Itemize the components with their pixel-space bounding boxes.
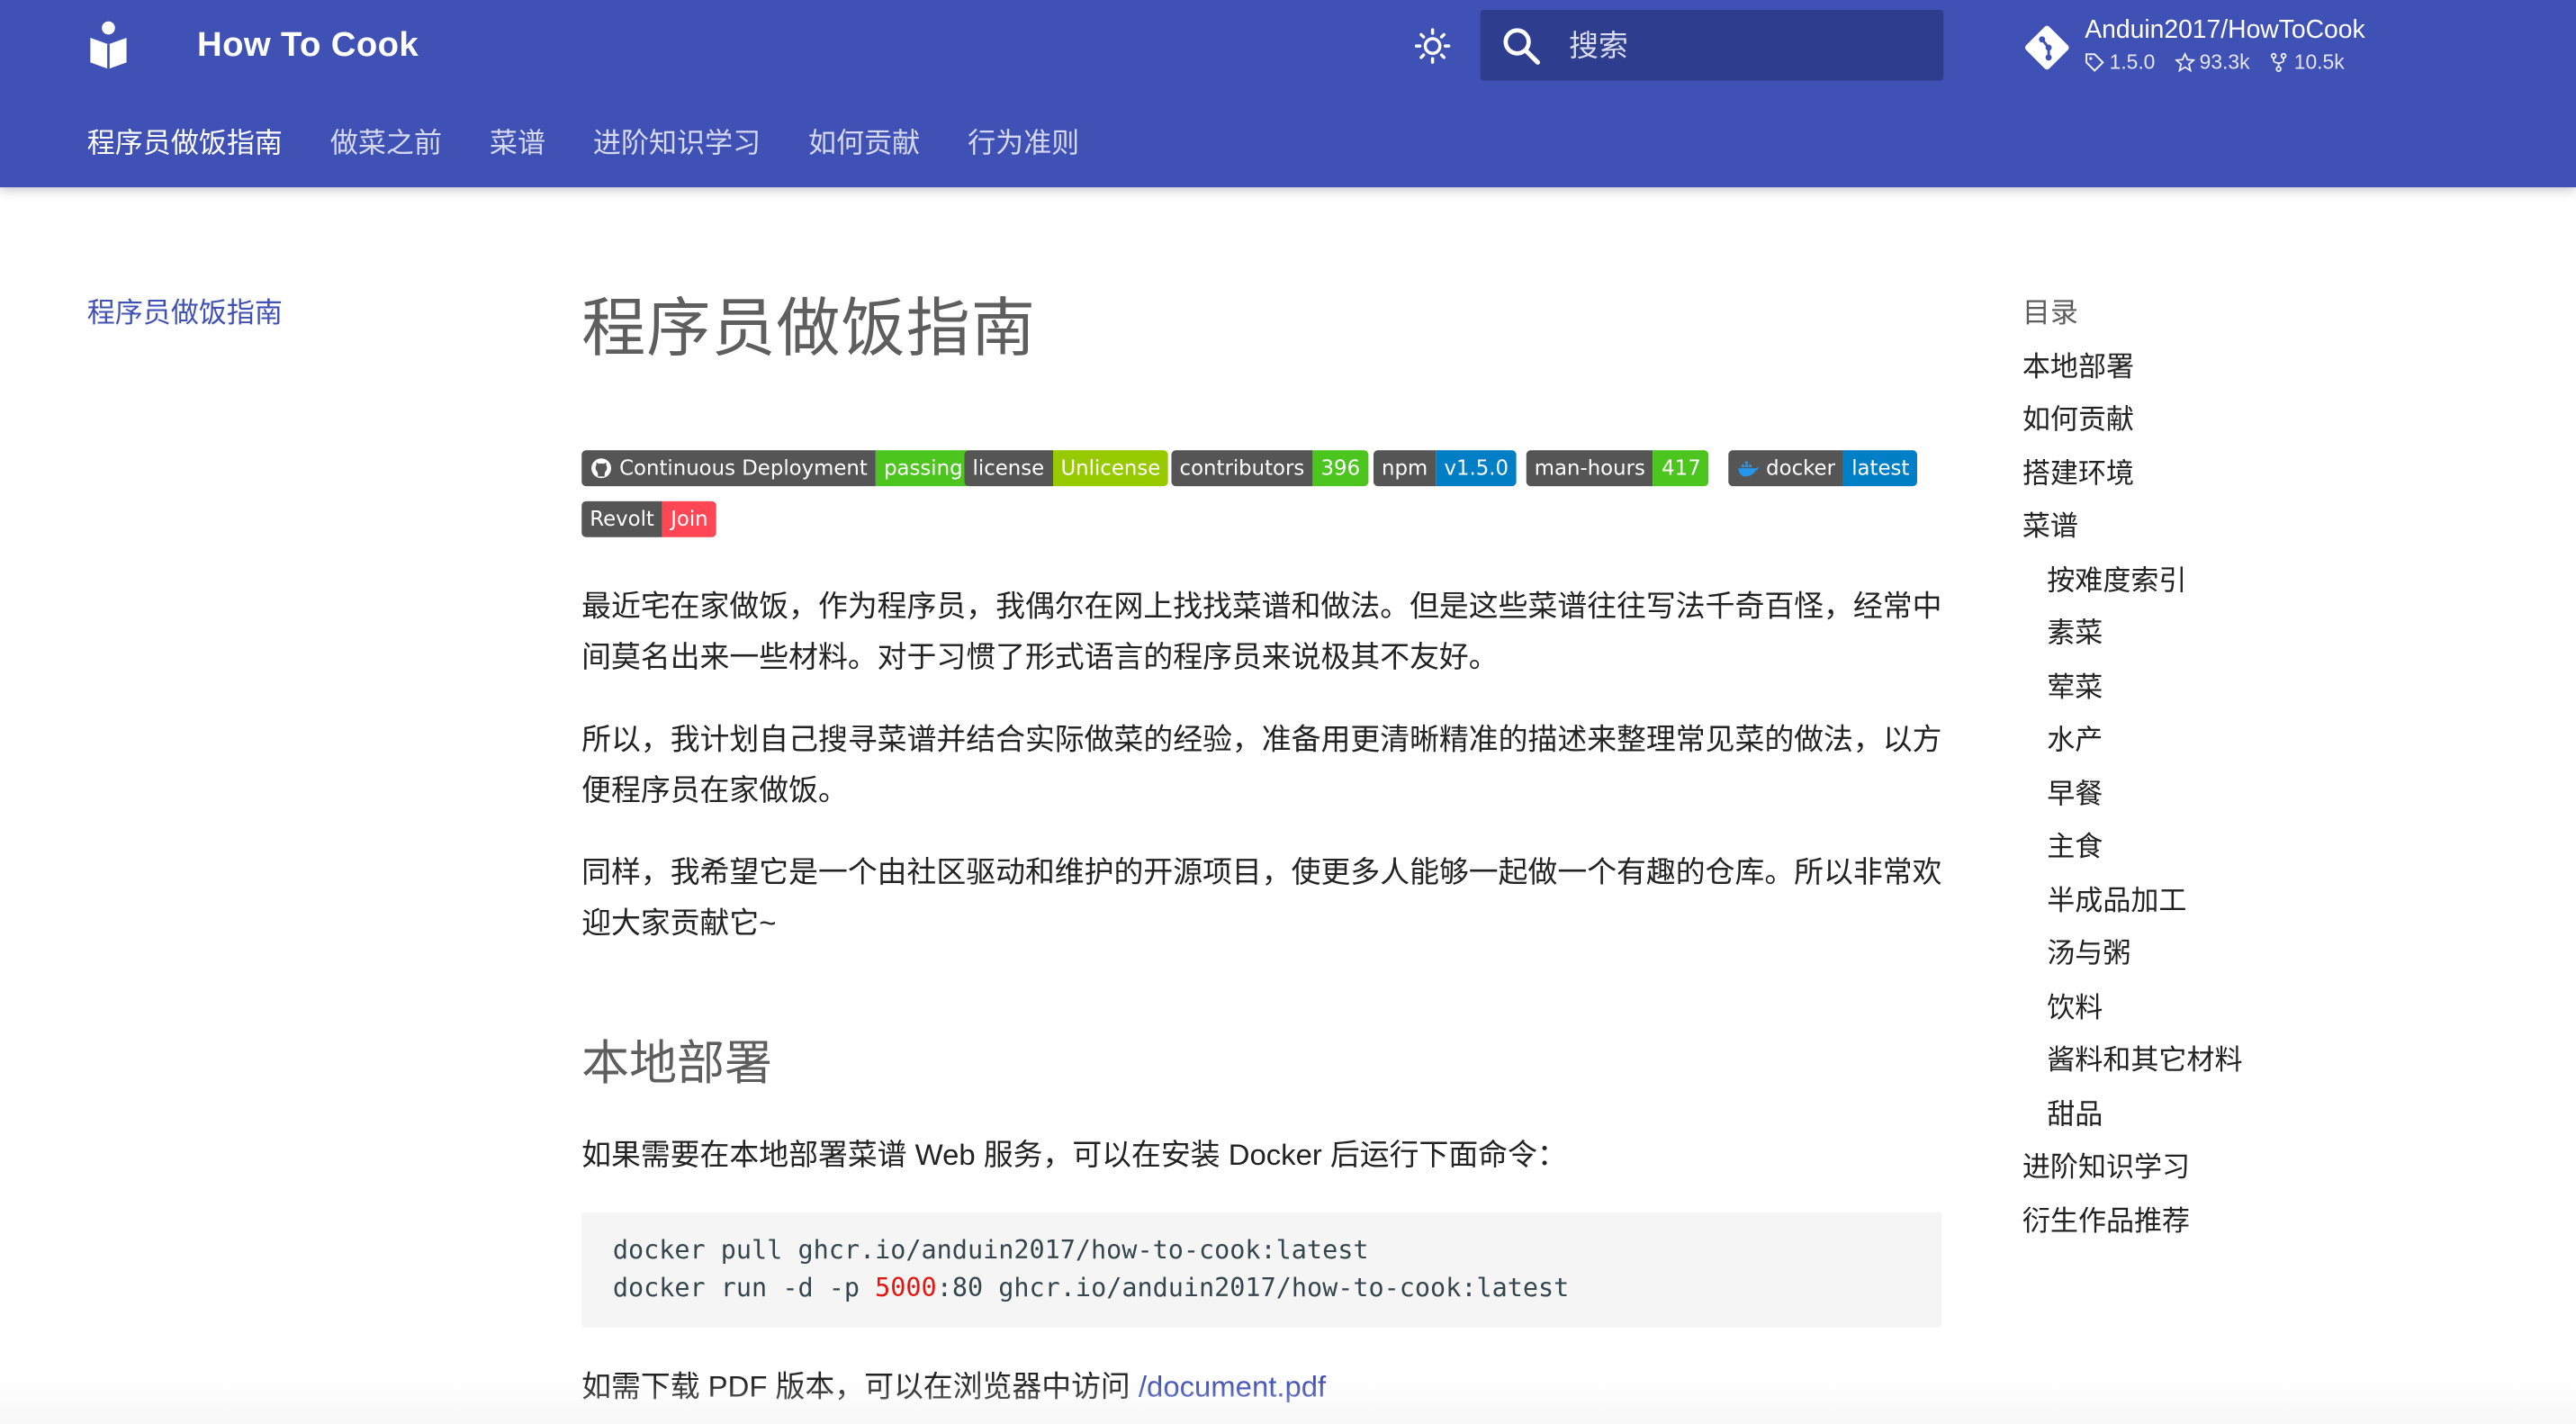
intro-paragraph-1: 最近宅在家做饭，作为程序员，我偶尔在网上找找菜谱和做法。但是这些菜谱往往写法千奇… <box>581 590 1942 674</box>
intro-paragraph-2: 所以，我计划自己搜寻菜谱并结合实际做菜的经验，准备用更清晰精准的描述来整理常见菜… <box>581 723 1942 807</box>
book-reader-logo-icon[interactable] <box>82 18 134 70</box>
code-text: docker run -d -p <box>612 1273 876 1303</box>
badge-continuous-deployment[interactable]: Continuous Deployment passing <box>581 450 971 487</box>
main-content: 程序员做饭指南 Continuous Deployment passing li… <box>581 279 1945 1403</box>
badge-value: Unlicense <box>1052 450 1169 487</box>
toc-item-desserts[interactable]: 甜品 <box>2022 1094 2516 1147</box>
pdf-download-paragraph: 如需下载 PDF 版本，可以在浏览器中访问 /document.pdf <box>581 1362 1945 1413</box>
left-nav-item-guide[interactable]: 程序员做饭指南 <box>87 297 283 329</box>
section-heading-local-deploy: 本地部署 <box>581 1038 772 1091</box>
badge-value: v1.5.0 <box>1436 450 1518 487</box>
docker-icon <box>1738 461 1759 477</box>
repo-source-link[interactable]: Anduin2017/HowToCook 1.5.0 93.3k 10.5k <box>2017 14 2411 83</box>
toc-title: 目录 <box>2022 297 2078 329</box>
badge-value: Join <box>662 500 716 537</box>
search-box[interactable] <box>1480 9 1944 85</box>
intro-paragraph-3: 同样，我希望它是一个由社区驱动和维护的开源项目，使更多人能够一起做一个有趣的仓库… <box>581 855 1942 941</box>
badge-label: Continuous Deployment <box>619 455 868 480</box>
badge-license[interactable]: license Unlicense <box>964 450 1169 487</box>
toc-item-staple[interactable]: 主食 <box>2022 826 2516 879</box>
toc-item-semi-finished[interactable]: 半成品加工 <box>2022 879 2516 933</box>
toc-item-vegetarian[interactable]: 素菜 <box>2022 613 2516 666</box>
tab-programmer-cooking-guide[interactable]: 程序员做饭指南 <box>87 125 283 165</box>
badge-npm[interactable]: npm v1.5.0 <box>1373 450 1518 487</box>
table-of-contents: 目录 本地部署 如何贡献 搭建环境 菜谱 按难度索引 素菜 荤菜 水产 早餐 主… <box>2022 293 2516 1254</box>
badge-revolt[interactable]: Revolt Join <box>581 500 716 537</box>
left-nav: 程序员做饭指南 <box>87 296 283 332</box>
repo-facts: 1.5.0 93.3k 10.5k <box>2085 50 2345 75</box>
pdf-download-text: 如需下载 PDF 版本，可以在浏览器中访问 <box>581 1370 1139 1403</box>
badge-docker[interactable]: docker latest <box>1728 450 1918 487</box>
toc-item-derivative-works[interactable]: 衍生作品推荐 <box>2022 1200 2516 1253</box>
badge-value: latest <box>1843 450 1918 487</box>
badge-value: 396 <box>1312 450 1369 487</box>
toc-item-how-to-contribute[interactable]: 如何贡献 <box>2022 400 2516 453</box>
toc-item-local-deploy[interactable]: 本地部署 <box>2022 346 2516 399</box>
code-line-2: docker run -d -p 5000:80 ghcr.io/anduin2… <box>613 1270 1942 1308</box>
code-text: :80 ghcr.io/anduin2017/how-to-cook:lates… <box>936 1273 1570 1303</box>
badge-left: Continuous Deployment <box>581 450 876 487</box>
theme-toggle-sun-icon[interactable] <box>1410 23 1455 69</box>
nav-tabs: 程序员做饭指南 做菜之前 菜谱 进阶知识学习 如何贡献 行为准则 <box>87 125 1127 165</box>
badge-label: license <box>964 450 1053 487</box>
repo-version: 1.5.0 <box>2109 50 2156 75</box>
code-block[interactable]: docker pull ghcr.io/anduin2017/how-to-co… <box>581 1212 1942 1328</box>
tab-how-to-contribute[interactable]: 如何贡献 <box>808 125 920 165</box>
toc-item-meat[interactable]: 荤菜 <box>2022 666 2516 719</box>
tab-code-of-conduct[interactable]: 行为准则 <box>968 125 1079 165</box>
tab-advanced-knowledge[interactable]: 进阶知识学习 <box>593 125 761 165</box>
code-line-1: docker pull ghcr.io/anduin2017/how-to-co… <box>612 1235 1369 1266</box>
toc-item-seafood[interactable]: 水产 <box>2022 719 2516 772</box>
tag-icon <box>2085 53 2104 72</box>
badge-contributors[interactable]: contributors 396 <box>1171 450 1369 487</box>
badge-label: man-hours <box>1526 450 1653 487</box>
code-number: 5000 <box>875 1273 937 1303</box>
star-icon <box>2175 52 2195 73</box>
toc-item-advanced[interactable]: 进阶知识学习 <box>2022 1147 2516 1200</box>
badge-label: npm <box>1373 450 1437 487</box>
badge-label: docker <box>1766 455 1835 480</box>
fork-icon <box>2271 52 2288 72</box>
badge-man-hours[interactable]: man-hours 417 <box>1526 450 1709 487</box>
github-icon <box>591 458 611 479</box>
repo-forks: 10.5k <box>2293 50 2345 75</box>
search-input[interactable] <box>1565 9 1934 85</box>
git-icon <box>2022 23 2072 73</box>
page-title: 程序员做饭指南 <box>581 293 1036 365</box>
toc-item-soup-porridge[interactable]: 汤与粥 <box>2022 933 2516 987</box>
badge-left: docker <box>1728 450 1844 487</box>
site-header: How To Cook 搜索 Anduin2017/HowToCook 1.5.… <box>0 0 2576 188</box>
tab-recipes[interactable]: 菜谱 <box>490 125 545 165</box>
site-title[interactable]: How To Cook <box>197 23 419 69</box>
repo-stars: 93.3k <box>2199 50 2250 75</box>
toc-item-recipes[interactable]: 菜谱 <box>2022 506 2516 559</box>
repo-forks-fact: 10.5k <box>2269 50 2345 75</box>
badge-value: 417 <box>1653 450 1709 487</box>
badge-value: passing <box>875 450 971 487</box>
repo-name: Anduin2017/HowToCook <box>2085 16 2365 45</box>
toc-item-by-difficulty[interactable]: 按难度索引 <box>2022 559 2516 612</box>
toc-item-sauces[interactable]: 酱料和其它材料 <box>2022 1040 2516 1093</box>
tab-before-cooking[interactable]: 做菜之前 <box>330 125 442 165</box>
repo-stars-fact: 93.3k <box>2175 50 2250 75</box>
toc-item-breakfast[interactable]: 早餐 <box>2022 773 2516 826</box>
toc-item-drinks[interactable]: 饮料 <box>2022 987 2516 1040</box>
pdf-download-link[interactable]: /document.pdf <box>1139 1370 1326 1403</box>
badge-label: contributors <box>1171 450 1313 487</box>
badge-label: Revolt <box>581 500 663 537</box>
repo-version-fact: 1.5.0 <box>2085 50 2156 75</box>
toc-item-setup-environment[interactable]: 搭建环境 <box>2022 453 2516 506</box>
local-deploy-intro: 如果需要在本地部署菜谱 Web 服务，可以在安装 Docker 后运行下面命令： <box>581 1138 1567 1172</box>
search-icon <box>1500 24 1542 67</box>
